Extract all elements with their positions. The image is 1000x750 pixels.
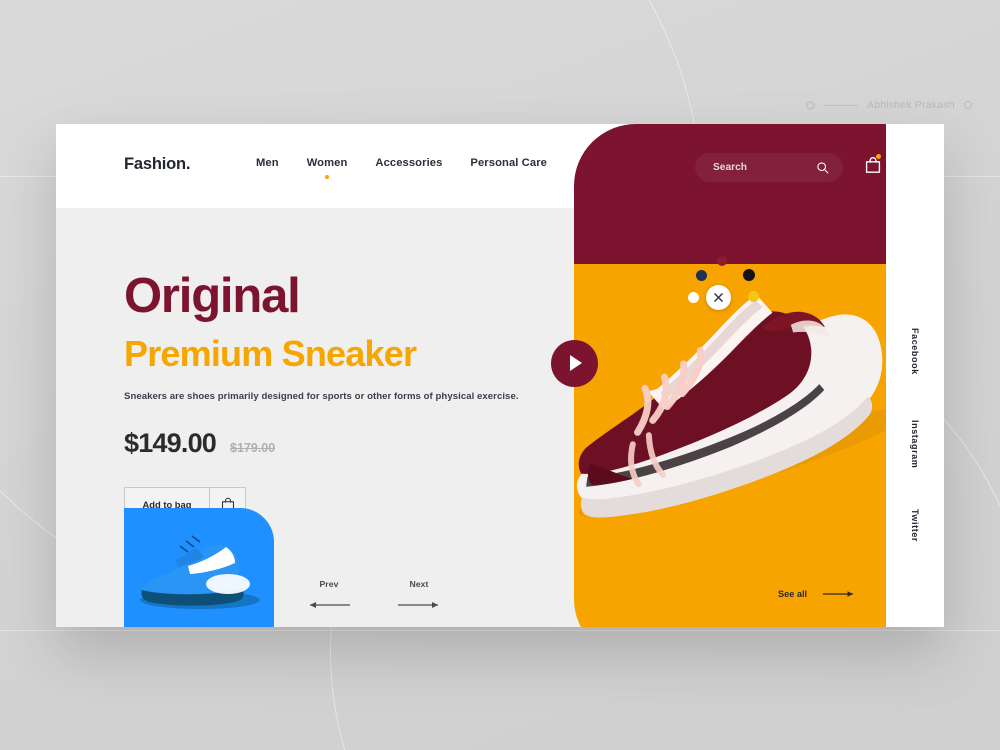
color-swatch-black[interactable] [743,269,755,281]
play-video-button[interactable] [551,340,598,387]
orange-backdrop-panel [574,208,886,627]
donut-icon [806,100,815,110]
bg-guide-line-vertical [0,630,1000,631]
nav-active-indicator-dot [325,175,330,179]
see-all-button[interactable]: See all [778,589,855,599]
search-bar[interactable] [695,153,843,182]
search-input[interactable] [711,161,810,174]
color-swatch-maroon[interactable] [717,256,727,266]
price-row: $149.00 $179.00 [124,428,519,459]
arrow-right-icon [823,591,854,597]
arrow-right-icon [398,602,438,608]
social-link-facebook[interactable]: Facebook [886,328,944,375]
color-swatch-navy[interactable] [696,270,707,281]
main-nav-links: Men Women Accessories Personal Care [256,157,547,179]
watermark-name: Abhishek Prakash [867,99,955,111]
blue-sneaker-thumbnail[interactable] [124,508,274,627]
close-button[interactable] [706,285,731,310]
color-swatch-white[interactable] [688,292,699,303]
hero-title-secondary: Premium Sneaker [124,333,417,374]
nav-item-accessories-label: Accessories [375,157,443,169]
close-icon [714,293,723,302]
screenshot-stage: Abhishek Prakash Fashion. Men Women Acce… [0,0,1000,750]
search-icon[interactable] [816,161,829,174]
hero-title-primary: Original [124,269,301,323]
social-link-twitter-label: Twitter [910,509,920,543]
circle-icon [963,101,972,109]
arrow-left-icon [310,602,350,608]
prev-label: Prev [319,579,339,589]
original-price: $179.00 [230,440,276,455]
carousel-pager: Prev Next [308,579,440,614]
nav-item-women-label: Women [306,157,348,169]
social-link-instagram-label: Instagram [910,420,920,469]
prev-button[interactable]: Prev [308,579,350,614]
social-link-instagram[interactable]: Instagram [886,420,944,468]
nav-item-personal-care[interactable]: Personal Care [470,157,547,179]
nav-item-men-label: Men [256,157,279,169]
hero-content: Original Premium Sneaker Sneakers are sh… [124,272,519,523]
next-button[interactable]: Next [398,579,440,614]
nav-item-personal-care-label: Personal Care [470,157,547,169]
hero-description: Sneakers are shoes primarily designed fo… [124,390,519,402]
social-sidebar: Facebook Instagram Twitter [886,124,944,627]
nav-item-accessories[interactable]: Accessories [375,157,442,179]
nav-item-women[interactable]: Women [307,157,348,179]
brand-logo[interactable]: Fashion. [124,155,190,174]
blue-sneaker-image [139,535,260,609]
bag-badge-dot [876,154,881,159]
see-all-label: See all [778,589,808,599]
social-link-facebook-label: Facebook [910,328,920,375]
social-link-twitter[interactable]: Twitter [886,509,944,542]
watermark-rule [824,104,858,106]
play-icon [570,355,582,371]
product-hero-card: Fashion. Men Women Accessories Personal … [56,124,944,627]
watermark: Abhishek Prakash [806,99,972,111]
next-label: Next [409,579,429,589]
nav-item-men[interactable]: Men [256,157,279,179]
color-swatch-yellow[interactable] [748,291,759,302]
current-price: $149.00 [124,427,217,458]
